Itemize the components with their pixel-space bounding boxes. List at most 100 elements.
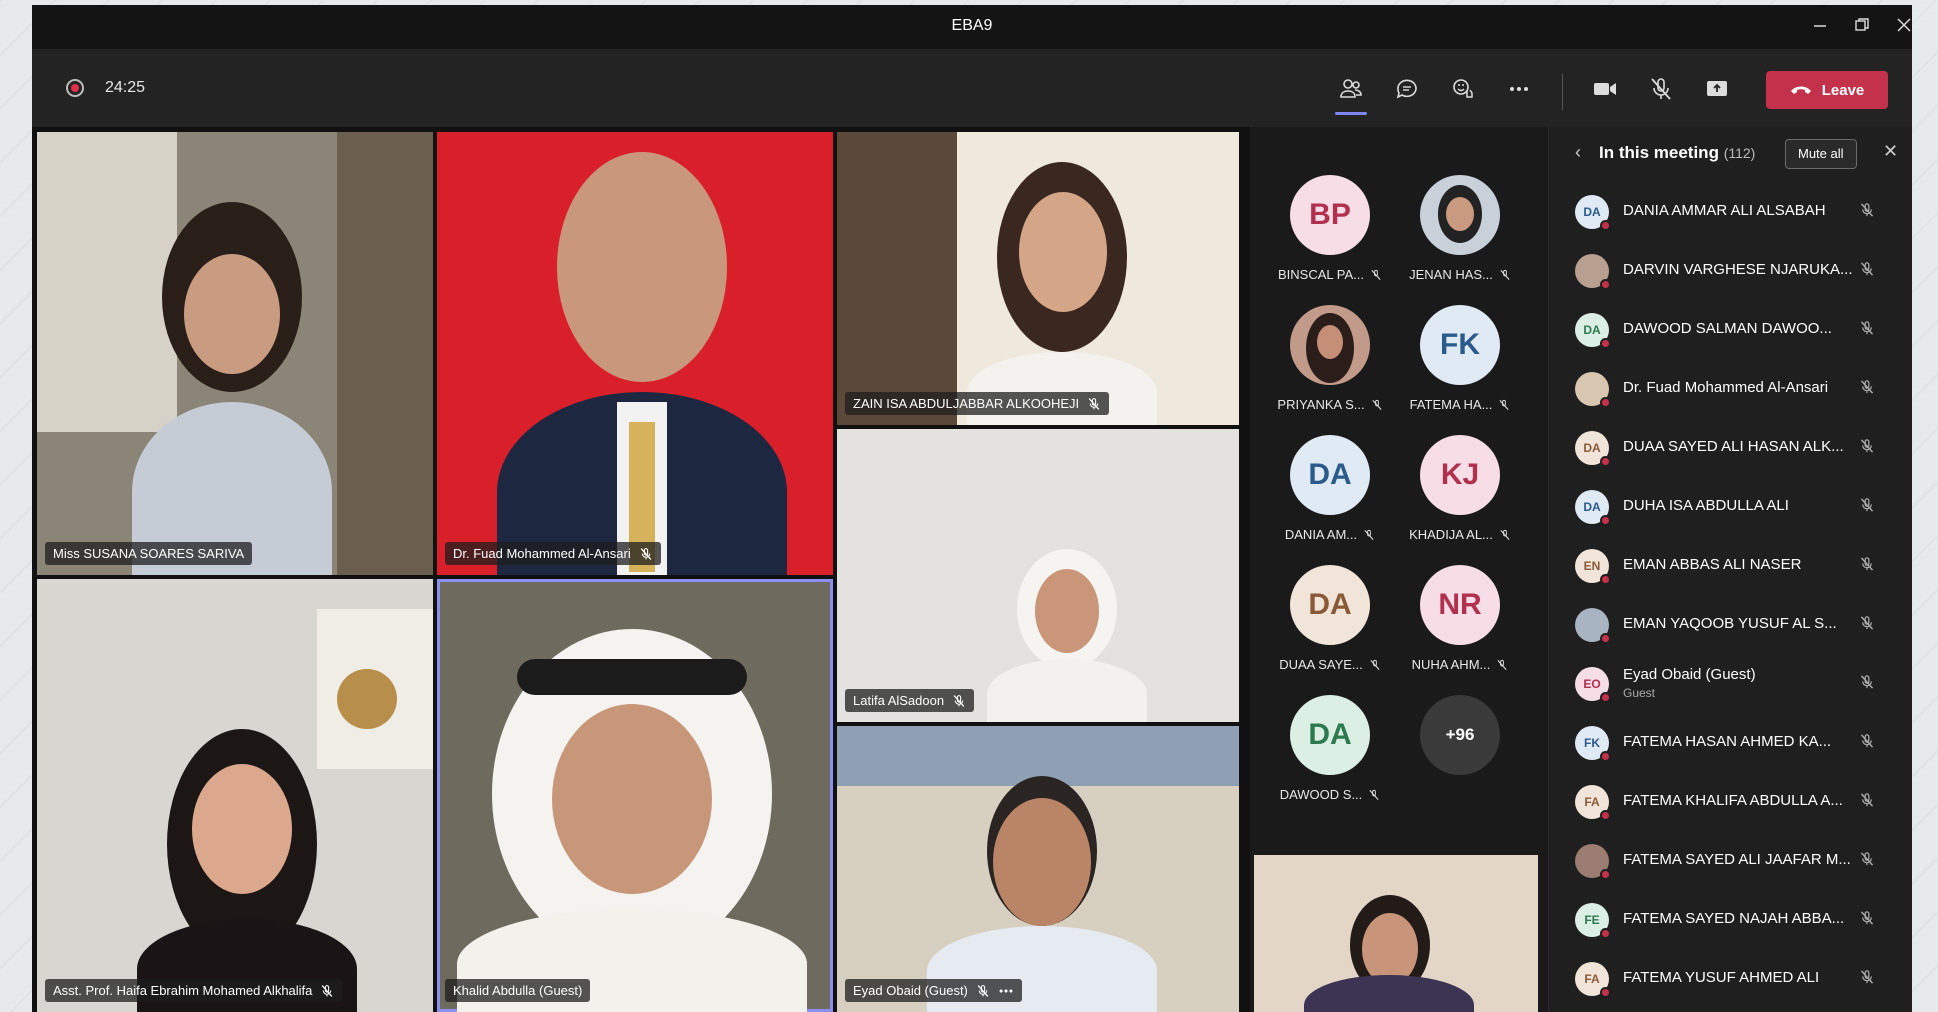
- avatar-tile[interactable]: JENAN HAS...: [1390, 175, 1530, 282]
- mic-off-icon[interactable]: [1859, 969, 1875, 990]
- participant-list-item[interactable]: DA DAWOOD SALMAN DAWOO...: [1549, 300, 1889, 359]
- video-tile[interactable]: Dr. Fuad Mohammed Al-Ansari: [437, 132, 833, 575]
- mic-off-icon: [953, 694, 965, 707]
- avatar-name: DUAA SAYE...: [1279, 657, 1363, 672]
- mic-off-icon: [1371, 269, 1381, 280]
- participant-name: FATEMA YUSUF AHMED ALI: [1623, 969, 1820, 986]
- mic-off-icon[interactable]: [1859, 261, 1875, 282]
- participant-video: [987, 549, 1147, 722]
- participant-video: [927, 776, 1157, 1012]
- close-icon[interactable]: [1890, 13, 1912, 41]
- mute-all-button[interactable]: Mute all: [1785, 139, 1857, 169]
- more-icon[interactable]: [998, 984, 1014, 998]
- participant-name: FATEMA SAYED NAJAH ABBA...: [1623, 910, 1845, 927]
- mic-off-icon[interactable]: [1859, 320, 1875, 341]
- participant-list-item[interactable]: DA DANIA AMMAR ALI ALSABAH: [1549, 182, 1889, 241]
- participant-list-item[interactable]: EO Eyad Obaid (Guest) Guest: [1549, 654, 1889, 713]
- presence-dot: [1600, 220, 1611, 231]
- participant-list-item[interactable]: EMAN YAQOOB YUSUF AL S...: [1549, 595, 1889, 654]
- mic-off-icon[interactable]: [1859, 733, 1875, 754]
- participant-list-item[interactable]: FA FATEMA YUSUF AHMED ALI: [1549, 949, 1889, 1008]
- participant-list-item[interactable]: FATEMA SAYED ALI JAAFAR M...: [1549, 831, 1889, 890]
- mic-off-icon[interactable]: [1859, 851, 1875, 872]
- mic-off-icon[interactable]: [1859, 674, 1875, 695]
- share-screen-button[interactable]: [1697, 69, 1737, 109]
- self-view-video[interactable]: [1254, 855, 1538, 1012]
- video-tile[interactable]: Eyad Obaid (Guest): [837, 726, 1239, 1012]
- participant-avatar-grid: BP BINSCAL PA... JENAN HAS... PRIYANKA S…: [1250, 127, 1548, 1012]
- avatar-tile[interactable]: DA DUAA SAYE...: [1260, 565, 1400, 672]
- mic-off-icon[interactable]: [1859, 438, 1875, 459]
- mic-off-icon[interactable]: [1859, 202, 1875, 223]
- participant-list-item[interactable]: FK FATEMA HASAN AHMED KA...: [1549, 713, 1889, 772]
- video-tile-active-speaker[interactable]: Khalid Abdulla (Guest): [437, 579, 833, 1012]
- avatar: EN: [1575, 549, 1611, 585]
- mic-off-icon[interactable]: [1859, 910, 1875, 931]
- avatar-name: FATEMA HA...: [1409, 397, 1493, 412]
- participant-list-item[interactable]: DA DUHA ISA ABDULLA ALI: [1549, 477, 1889, 536]
- avatar: DA: [1290, 695, 1370, 775]
- toolbar-divider: [1562, 74, 1563, 110]
- avatar-tile[interactable]: PRIYANKA S...: [1260, 305, 1400, 412]
- mic-off-icon[interactable]: [1859, 497, 1875, 518]
- participants-button[interactable]: [1331, 69, 1371, 115]
- overflow-participants-button[interactable]: +96: [1390, 695, 1530, 775]
- meeting-toolbar: 24:25 Leave: [32, 49, 1912, 127]
- participant-list-item[interactable]: EN EMAN ABBAS ALI NASER: [1549, 536, 1889, 595]
- avatar-tile[interactable]: BP BINSCAL PA...: [1260, 175, 1400, 282]
- avatar: DA: [1575, 313, 1611, 349]
- avatar-tile[interactable]: DA DANIA AM...: [1260, 435, 1400, 542]
- presence-dot: [1600, 279, 1611, 290]
- participant-list-item[interactable]: Dr. Fuad Mohammed Al-Ansari: [1549, 359, 1889, 418]
- camera-button[interactable]: [1585, 69, 1625, 109]
- leave-button[interactable]: Leave: [1766, 71, 1888, 109]
- participant-list-item[interactable]: DA DUAA SAYED ALI HASAN ALK...: [1549, 418, 1889, 477]
- mic-off-icon: [640, 547, 652, 560]
- mic-off-icon[interactable]: [1859, 379, 1875, 400]
- participant-list-item[interactable]: DARVIN VARGHESE NJARUKA...: [1549, 241, 1889, 300]
- mic-off-icon: [1497, 659, 1507, 670]
- video-tile[interactable]: ZAIN ISA ABDULJABBAR ALKOOHEJI: [837, 132, 1239, 425]
- minimize-icon[interactable]: [1806, 13, 1834, 41]
- more-actions-button[interactable]: [1499, 69, 1539, 109]
- mic-off-icon[interactable]: [1859, 615, 1875, 636]
- participant-label: Khalid Abdulla (Guest): [445, 979, 591, 1002]
- restore-icon[interactable]: [1848, 13, 1876, 41]
- chat-button[interactable]: [1387, 69, 1427, 109]
- phone-hangup-icon: [1790, 86, 1811, 94]
- participant-label: Asst. Prof. Haifa Ebrahim Mohamed Alkhal…: [45, 979, 343, 1002]
- participant-video: [497, 152, 787, 575]
- video-tile[interactable]: Latifa AlSadoon: [837, 429, 1239, 722]
- avatar-tile[interactable]: KJ KHADIJA AL...: [1390, 435, 1530, 542]
- avatar-tile[interactable]: DA DAWOOD S...: [1260, 695, 1400, 802]
- avatar: FE: [1575, 903, 1611, 939]
- participant-name: Latifa AlSadoon: [853, 693, 945, 708]
- chevron-left-icon[interactable]: ‹: [1575, 142, 1581, 163]
- video-tile[interactable]: Asst. Prof. Haifa Ebrahim Mohamed Alkhal…: [37, 579, 433, 1012]
- avatar-photo: [1420, 175, 1500, 255]
- reactions-button[interactable]: [1443, 69, 1483, 109]
- recording-icon: [66, 79, 84, 97]
- participant-list-item[interactable]: FA FATEMA KHALIFA ABDULLA A...: [1549, 772, 1889, 831]
- avatar-name: DANIA AM...: [1284, 527, 1358, 542]
- mic-off-icon[interactable]: [1859, 792, 1875, 813]
- camera-icon: [1594, 83, 1616, 95]
- participant-name: EMAN YAQOOB YUSUF AL S...: [1623, 615, 1837, 632]
- avatar-tile[interactable]: FK FATEMA HA...: [1390, 305, 1530, 412]
- presence-dot: [1600, 397, 1611, 408]
- participant-video: [457, 629, 807, 1012]
- avatar-tile[interactable]: NR NUHA AHM...: [1390, 565, 1530, 672]
- avatar-name: KHADIJA AL...: [1409, 527, 1493, 542]
- participant-name: ZAIN ISA ABDULJABBAR ALKOOHEJI: [853, 396, 1080, 411]
- participant-list-item[interactable]: FE FATEMA SAYED NAJAH ABBA...: [1549, 890, 1889, 949]
- video-tile[interactable]: Miss SUSANA SOARES SARIVA: [37, 132, 433, 575]
- mic-off-icon: [1370, 659, 1380, 670]
- avatar-name: PRIYANKA S...: [1277, 397, 1365, 412]
- participant-name: Dr. Fuad Mohammed Al-Ansari: [1623, 379, 1829, 396]
- presence-dot: [1600, 692, 1611, 703]
- participant-name: DUAA SAYED ALI HASAN ALK...: [1623, 438, 1844, 455]
- avatar-name: JENAN HAS...: [1409, 267, 1493, 282]
- close-icon[interactable]: ✕: [1883, 141, 1898, 162]
- mic-off-icon[interactable]: [1859, 556, 1875, 577]
- microphone-button[interactable]: [1641, 69, 1681, 109]
